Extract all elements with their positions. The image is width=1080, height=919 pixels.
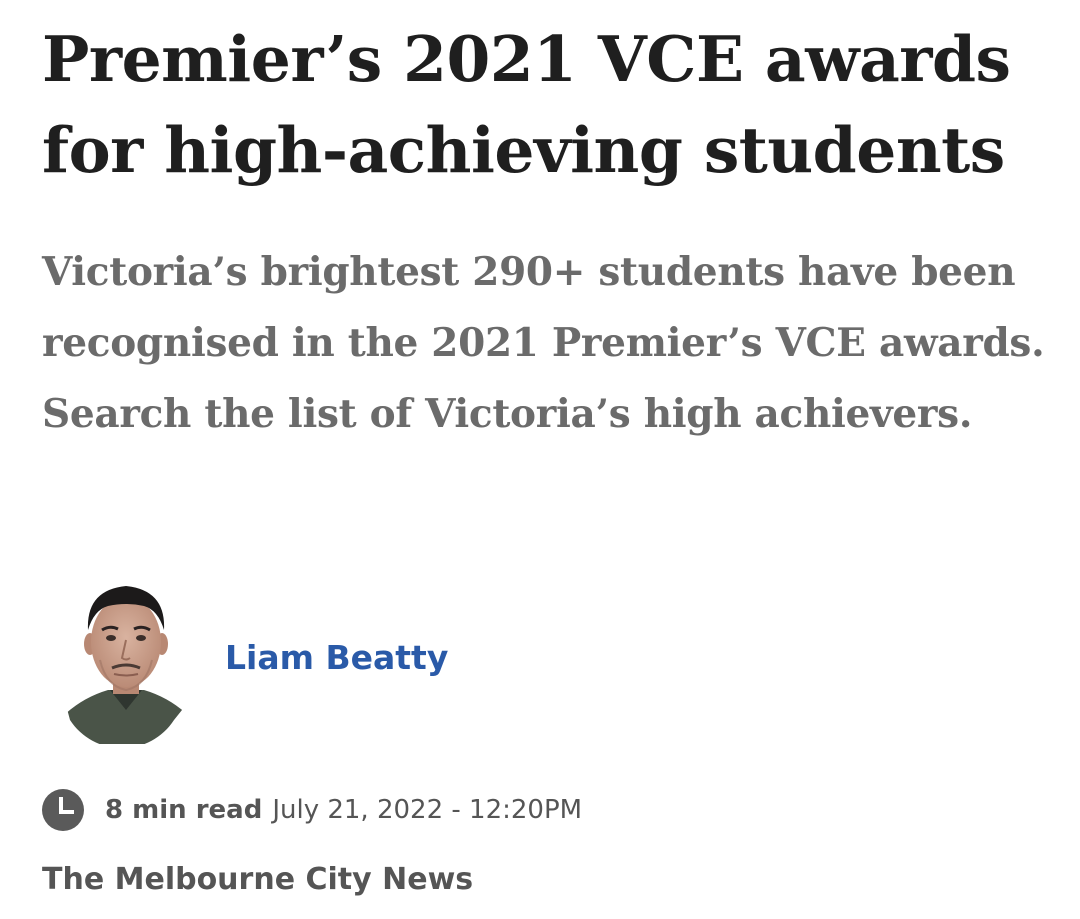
author-name-link[interactable]: Liam Beatty [225,636,448,680]
article-meta: 8 min read July 21, 2022 - 12:20PM [42,788,582,832]
article-standfirst: Victoria’s brightest 290+ students have … [42,249,1045,437]
publication-name[interactable]: The Melbourne City News [42,858,473,902]
article-headline: Premier’s 2021 VCE awards for high-achie… [42,22,1011,187]
read-time: 8 min read [105,795,263,825]
author-avatar[interactable] [66,578,186,744]
clock-icon [42,789,84,831]
author-byline: Liam Beatty [66,578,766,748]
article-header: Premier’s 2021 VCE awards for high-achie… [0,0,1080,919]
publish-date: July 21, 2022 - 12:20PM [272,795,583,825]
